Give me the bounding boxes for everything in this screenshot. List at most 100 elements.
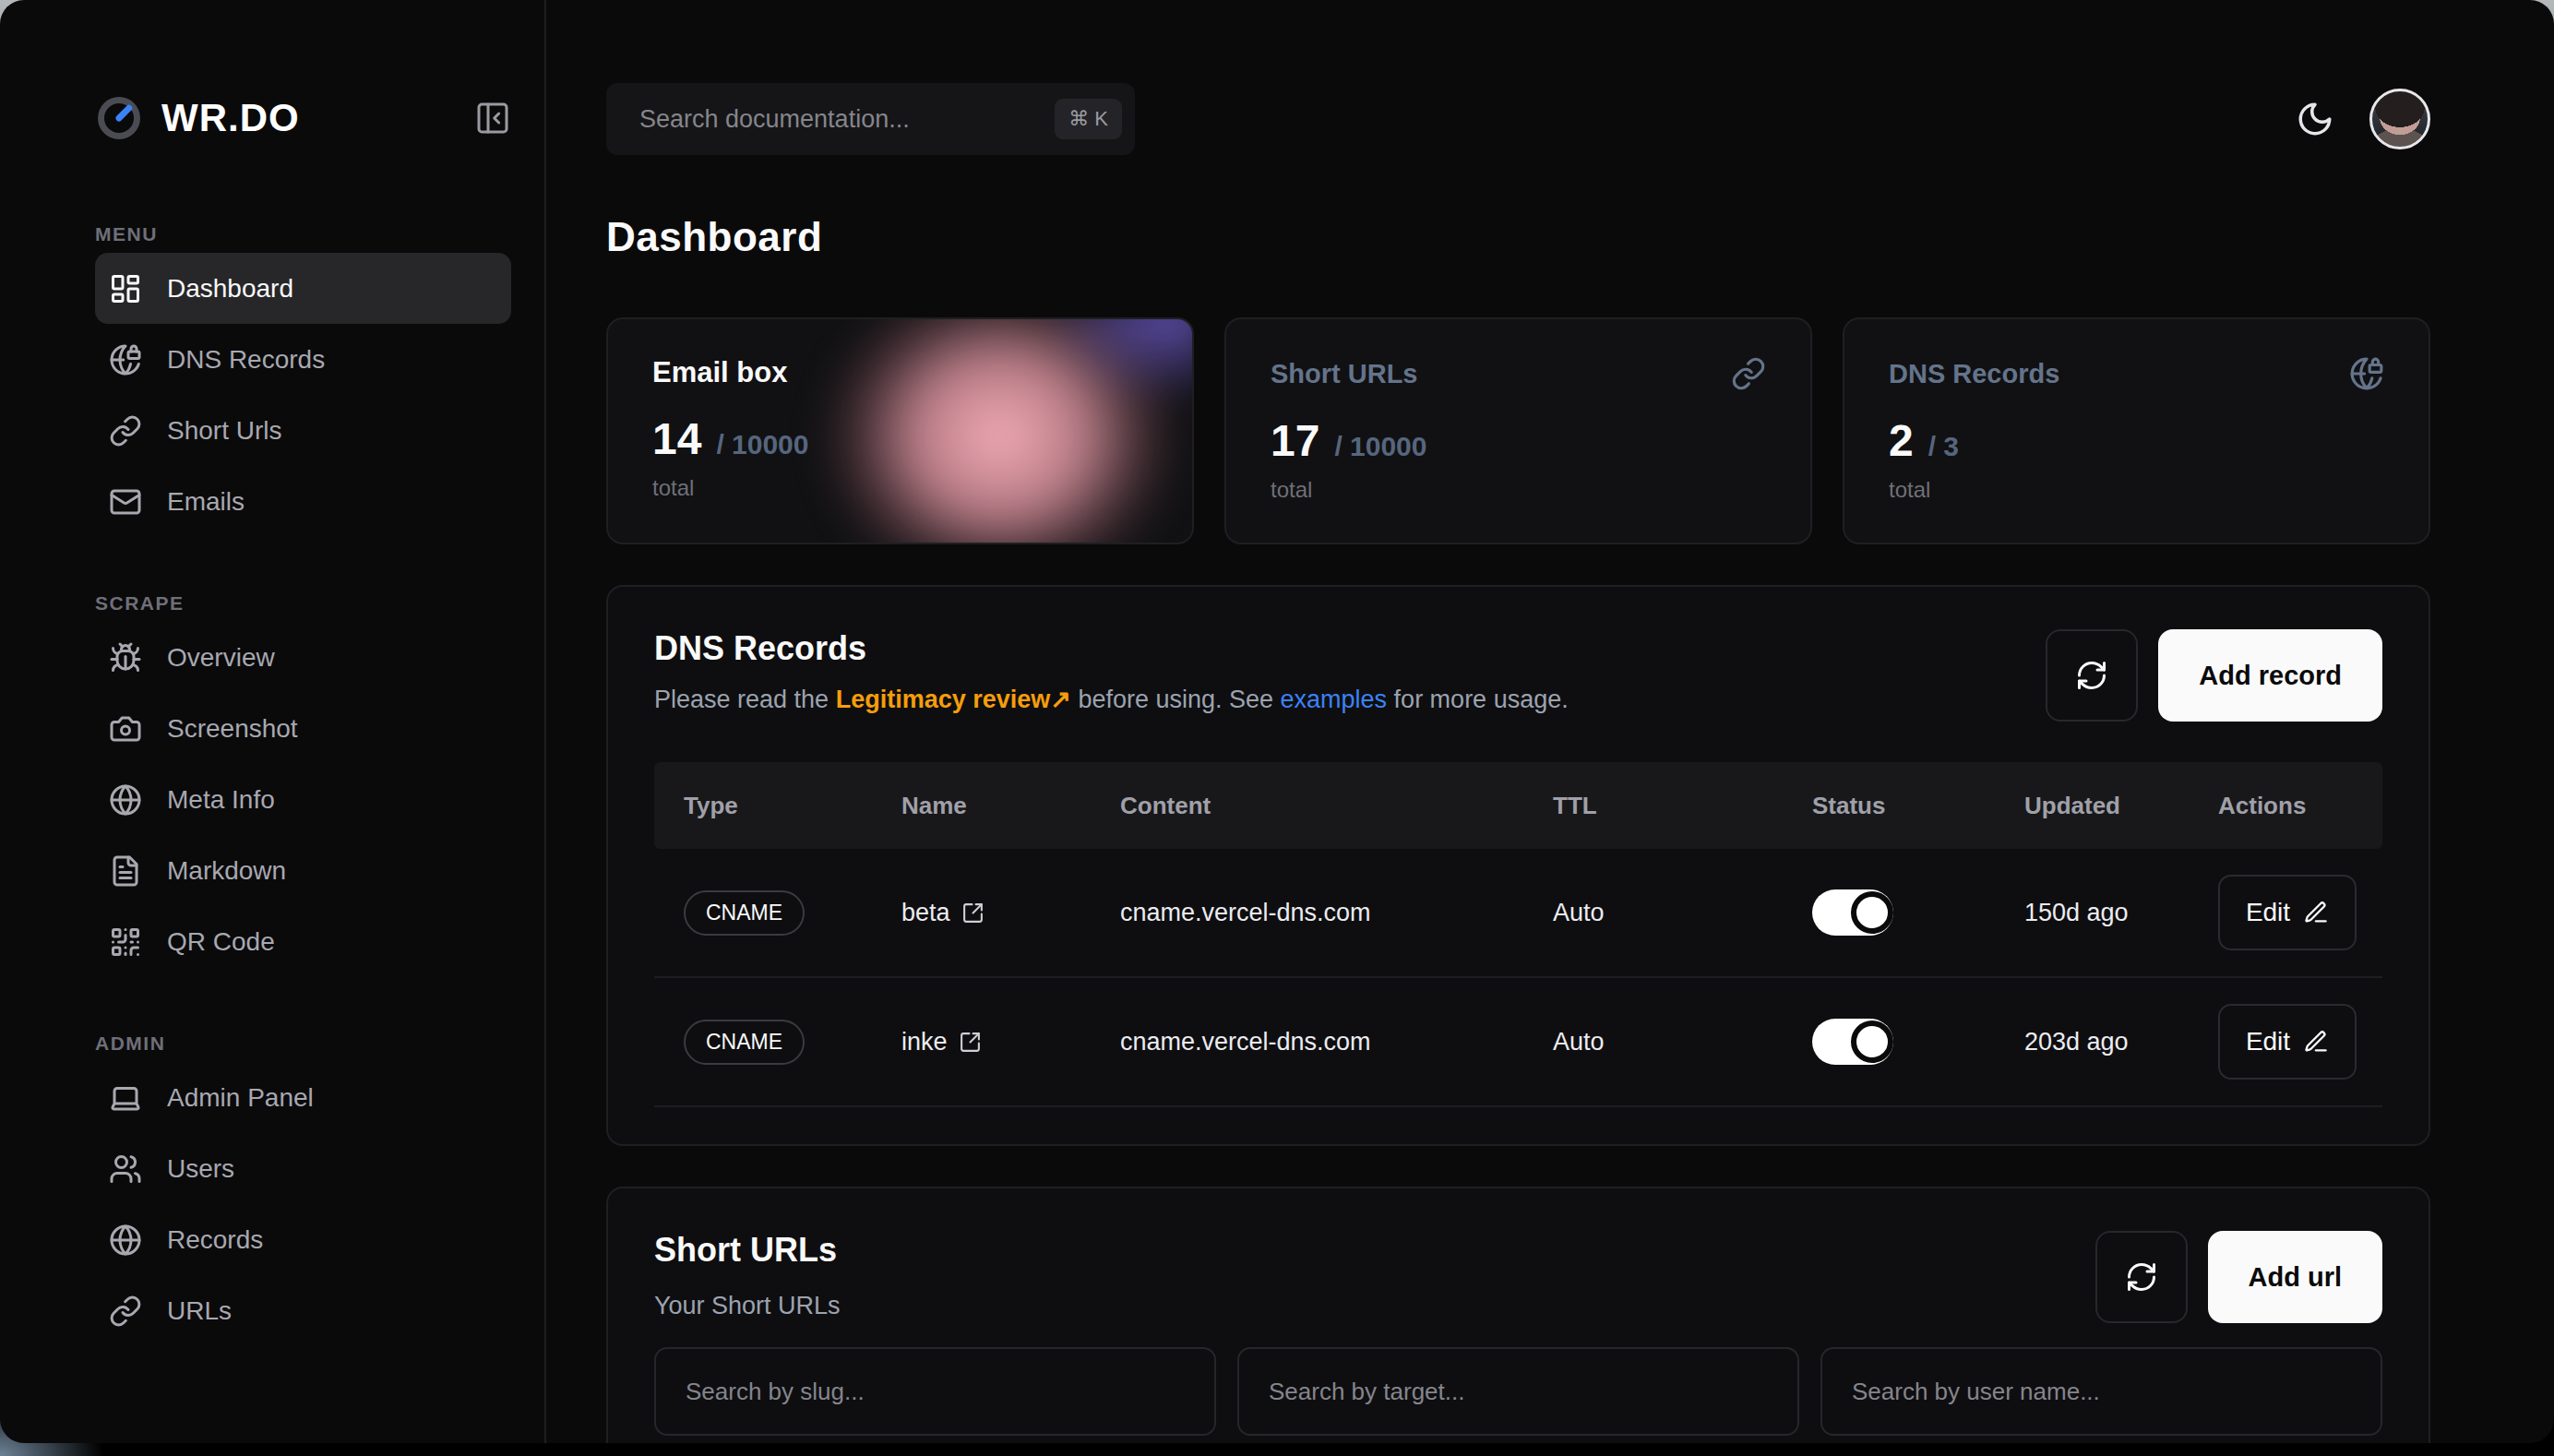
- edit-button[interactable]: Edit: [2218, 875, 2357, 950]
- sidebar-item-users[interactable]: Users: [95, 1133, 511, 1204]
- mail-icon: [109, 485, 142, 519]
- moon-icon[interactable]: [2296, 100, 2334, 138]
- col-updated: Updated: [2024, 792, 2218, 820]
- type-badge: CNAME: [684, 890, 805, 936]
- search-by-slug-input[interactable]: Search by slug...: [654, 1347, 1216, 1436]
- stat-limit: / 3: [1928, 431, 1959, 462]
- record-updated: 203d ago: [2024, 1028, 2218, 1056]
- section-description: Please read the Legitimacy review↗ befor…: [654, 685, 1569, 714]
- nav-section-label-admin: ADMIN: [95, 1032, 511, 1055]
- sidebar-item-label: Users: [167, 1154, 234, 1184]
- stat-caption: total: [1271, 477, 1766, 503]
- logo-text: WR.DO: [161, 96, 300, 140]
- page-title: Dashboard: [606, 214, 2430, 260]
- arrow-up-right-icon: ↗: [1050, 686, 1071, 713]
- stat-title: DNS Records: [1889, 359, 2059, 389]
- main-content: Search documentation... ⌘ K Dashboard Em…: [546, 0, 2554, 1443]
- record-content: cname.vercel-dns.com: [1120, 899, 1553, 927]
- stat-title: Email box: [652, 356, 787, 389]
- search-by-user-name-input[interactable]: Search by user name...: [1820, 1347, 2382, 1436]
- file-text-icon: [109, 854, 142, 888]
- camera-icon: [109, 712, 142, 746]
- pen-icon: [2303, 1029, 2329, 1055]
- desc-text: before using. See: [1071, 686, 1281, 713]
- nav-section-label-menu: MENU: [95, 223, 511, 245]
- stat-value: 2: [1889, 415, 1914, 466]
- record-content: cname.vercel-dns.com: [1120, 1028, 1553, 1056]
- pen-icon: [2303, 900, 2329, 925]
- external-link-icon[interactable]: [959, 1031, 982, 1054]
- sidebar-item-label: Records: [167, 1225, 263, 1255]
- search-by-target-input[interactable]: Search by target...: [1237, 1347, 1799, 1436]
- add-record-button[interactable]: Add record: [2158, 629, 2382, 722]
- qr-code-icon: [109, 925, 142, 959]
- sidebar-item-dashboard[interactable]: Dashboard: [95, 253, 511, 324]
- sidebar-item-overview[interactable]: Overview: [95, 622, 511, 693]
- sidebar-item-label: Markdown: [167, 856, 286, 886]
- table-row: CNAME beta cname.vercel-dns.com Auto 150…: [654, 849, 2382, 978]
- refresh-button[interactable]: [2046, 629, 2138, 722]
- sidebar-item-markdown[interactable]: Markdown: [95, 835, 511, 906]
- add-url-button[interactable]: Add url: [2208, 1231, 2383, 1323]
- globe-lock-icon: [109, 343, 142, 376]
- logo-gauge-icon: [95, 94, 143, 142]
- sidebar-collapse-icon[interactable]: [474, 100, 511, 137]
- stat-card-email-box: Email box 14 / 10000 total: [606, 317, 1194, 544]
- link-icon: [109, 1295, 142, 1328]
- sidebar-item-label: Emails: [167, 487, 245, 517]
- stat-caption: total: [652, 475, 1148, 501]
- stat-cards: Email box 14 / 10000 total Short URLs 17…: [606, 317, 2430, 544]
- sidebar-item-label: Dashboard: [167, 274, 293, 304]
- sidebar-item-dns-records[interactable]: DNS Records: [95, 324, 511, 395]
- edit-label: Edit: [2246, 898, 2290, 927]
- stat-card-dns-records: DNS Records 2 / 3 total: [1843, 317, 2430, 544]
- record-ttl: Auto: [1553, 899, 1812, 927]
- sidebar-item-label: DNS Records: [167, 345, 325, 375]
- sidebar-item-label: Admin Panel: [167, 1083, 314, 1113]
- sidebar-item-qr-code[interactable]: QR Code: [95, 906, 511, 977]
- sidebar-item-urls[interactable]: URLs: [95, 1275, 511, 1346]
- status-toggle[interactable]: [1812, 889, 1893, 936]
- sidebar-item-admin-panel[interactable]: Admin Panel: [95, 1062, 511, 1133]
- search-input[interactable]: Search documentation... ⌘ K: [606, 83, 1135, 155]
- sidebar-item-label: Overview: [167, 643, 275, 673]
- sidebar-item-label: URLs: [167, 1296, 232, 1326]
- status-toggle[interactable]: [1812, 1019, 1893, 1065]
- stat-value: 14: [652, 413, 701, 464]
- record-name: beta: [901, 899, 950, 927]
- sidebar-item-label: QR Code: [167, 927, 275, 957]
- avatar[interactable]: [2369, 89, 2430, 149]
- sidebar-item-records[interactable]: Records: [95, 1204, 511, 1275]
- col-name: Name: [901, 792, 1120, 820]
- nav-scrape: Overview Screenshot Meta Info Markdown Q…: [95, 622, 511, 977]
- stat-title: Short URLs: [1271, 359, 1418, 389]
- sidebar-item-meta-info[interactable]: Meta Info: [95, 764, 511, 835]
- examples-link[interactable]: examples: [1281, 686, 1388, 713]
- dns-records-section: DNS Records Please read the Legitimacy r…: [606, 585, 2430, 1146]
- table-header: Type Name Content TTL Status Updated Act…: [654, 762, 2382, 849]
- external-link-icon[interactable]: [961, 901, 985, 925]
- sidebar-item-screenshot[interactable]: Screenshot: [95, 693, 511, 764]
- sidebar-item-emails[interactable]: Emails: [95, 466, 511, 537]
- sidebar: WR.DO MENU Dashboard DNS Records Short U…: [0, 0, 546, 1443]
- laptop-icon: [109, 1081, 142, 1115]
- legitimacy-review-link[interactable]: Legitimacy review: [836, 686, 1051, 713]
- sidebar-item-label: Meta Info: [167, 785, 275, 815]
- app-window: WR.DO MENU Dashboard DNS Records Short U…: [0, 0, 2554, 1443]
- stat-caption: total: [1889, 477, 2384, 503]
- sidebar-item-short-urls[interactable]: Short Urls: [95, 395, 511, 466]
- refresh-button[interactable]: [2095, 1231, 2188, 1323]
- topbar: Search documentation... ⌘ K: [606, 83, 2430, 155]
- refresh-icon: [2075, 659, 2108, 692]
- col-content: Content: [1120, 792, 1553, 820]
- col-type: Type: [654, 792, 901, 820]
- stat-card-short-urls: Short URLs 17 / 10000 total: [1224, 317, 1812, 544]
- edit-button[interactable]: Edit: [2218, 1004, 2357, 1080]
- nav-admin: Admin Panel Users Records URLs: [95, 1062, 511, 1346]
- users-icon: [109, 1152, 142, 1186]
- edit-label: Edit: [2246, 1027, 2290, 1056]
- desc-text: Please read the: [654, 686, 836, 713]
- toggle-knob: [1851, 891, 1893, 934]
- logo: WR.DO: [95, 94, 511, 142]
- nav-menu: Dashboard DNS Records Short Urls Emails: [95, 253, 511, 537]
